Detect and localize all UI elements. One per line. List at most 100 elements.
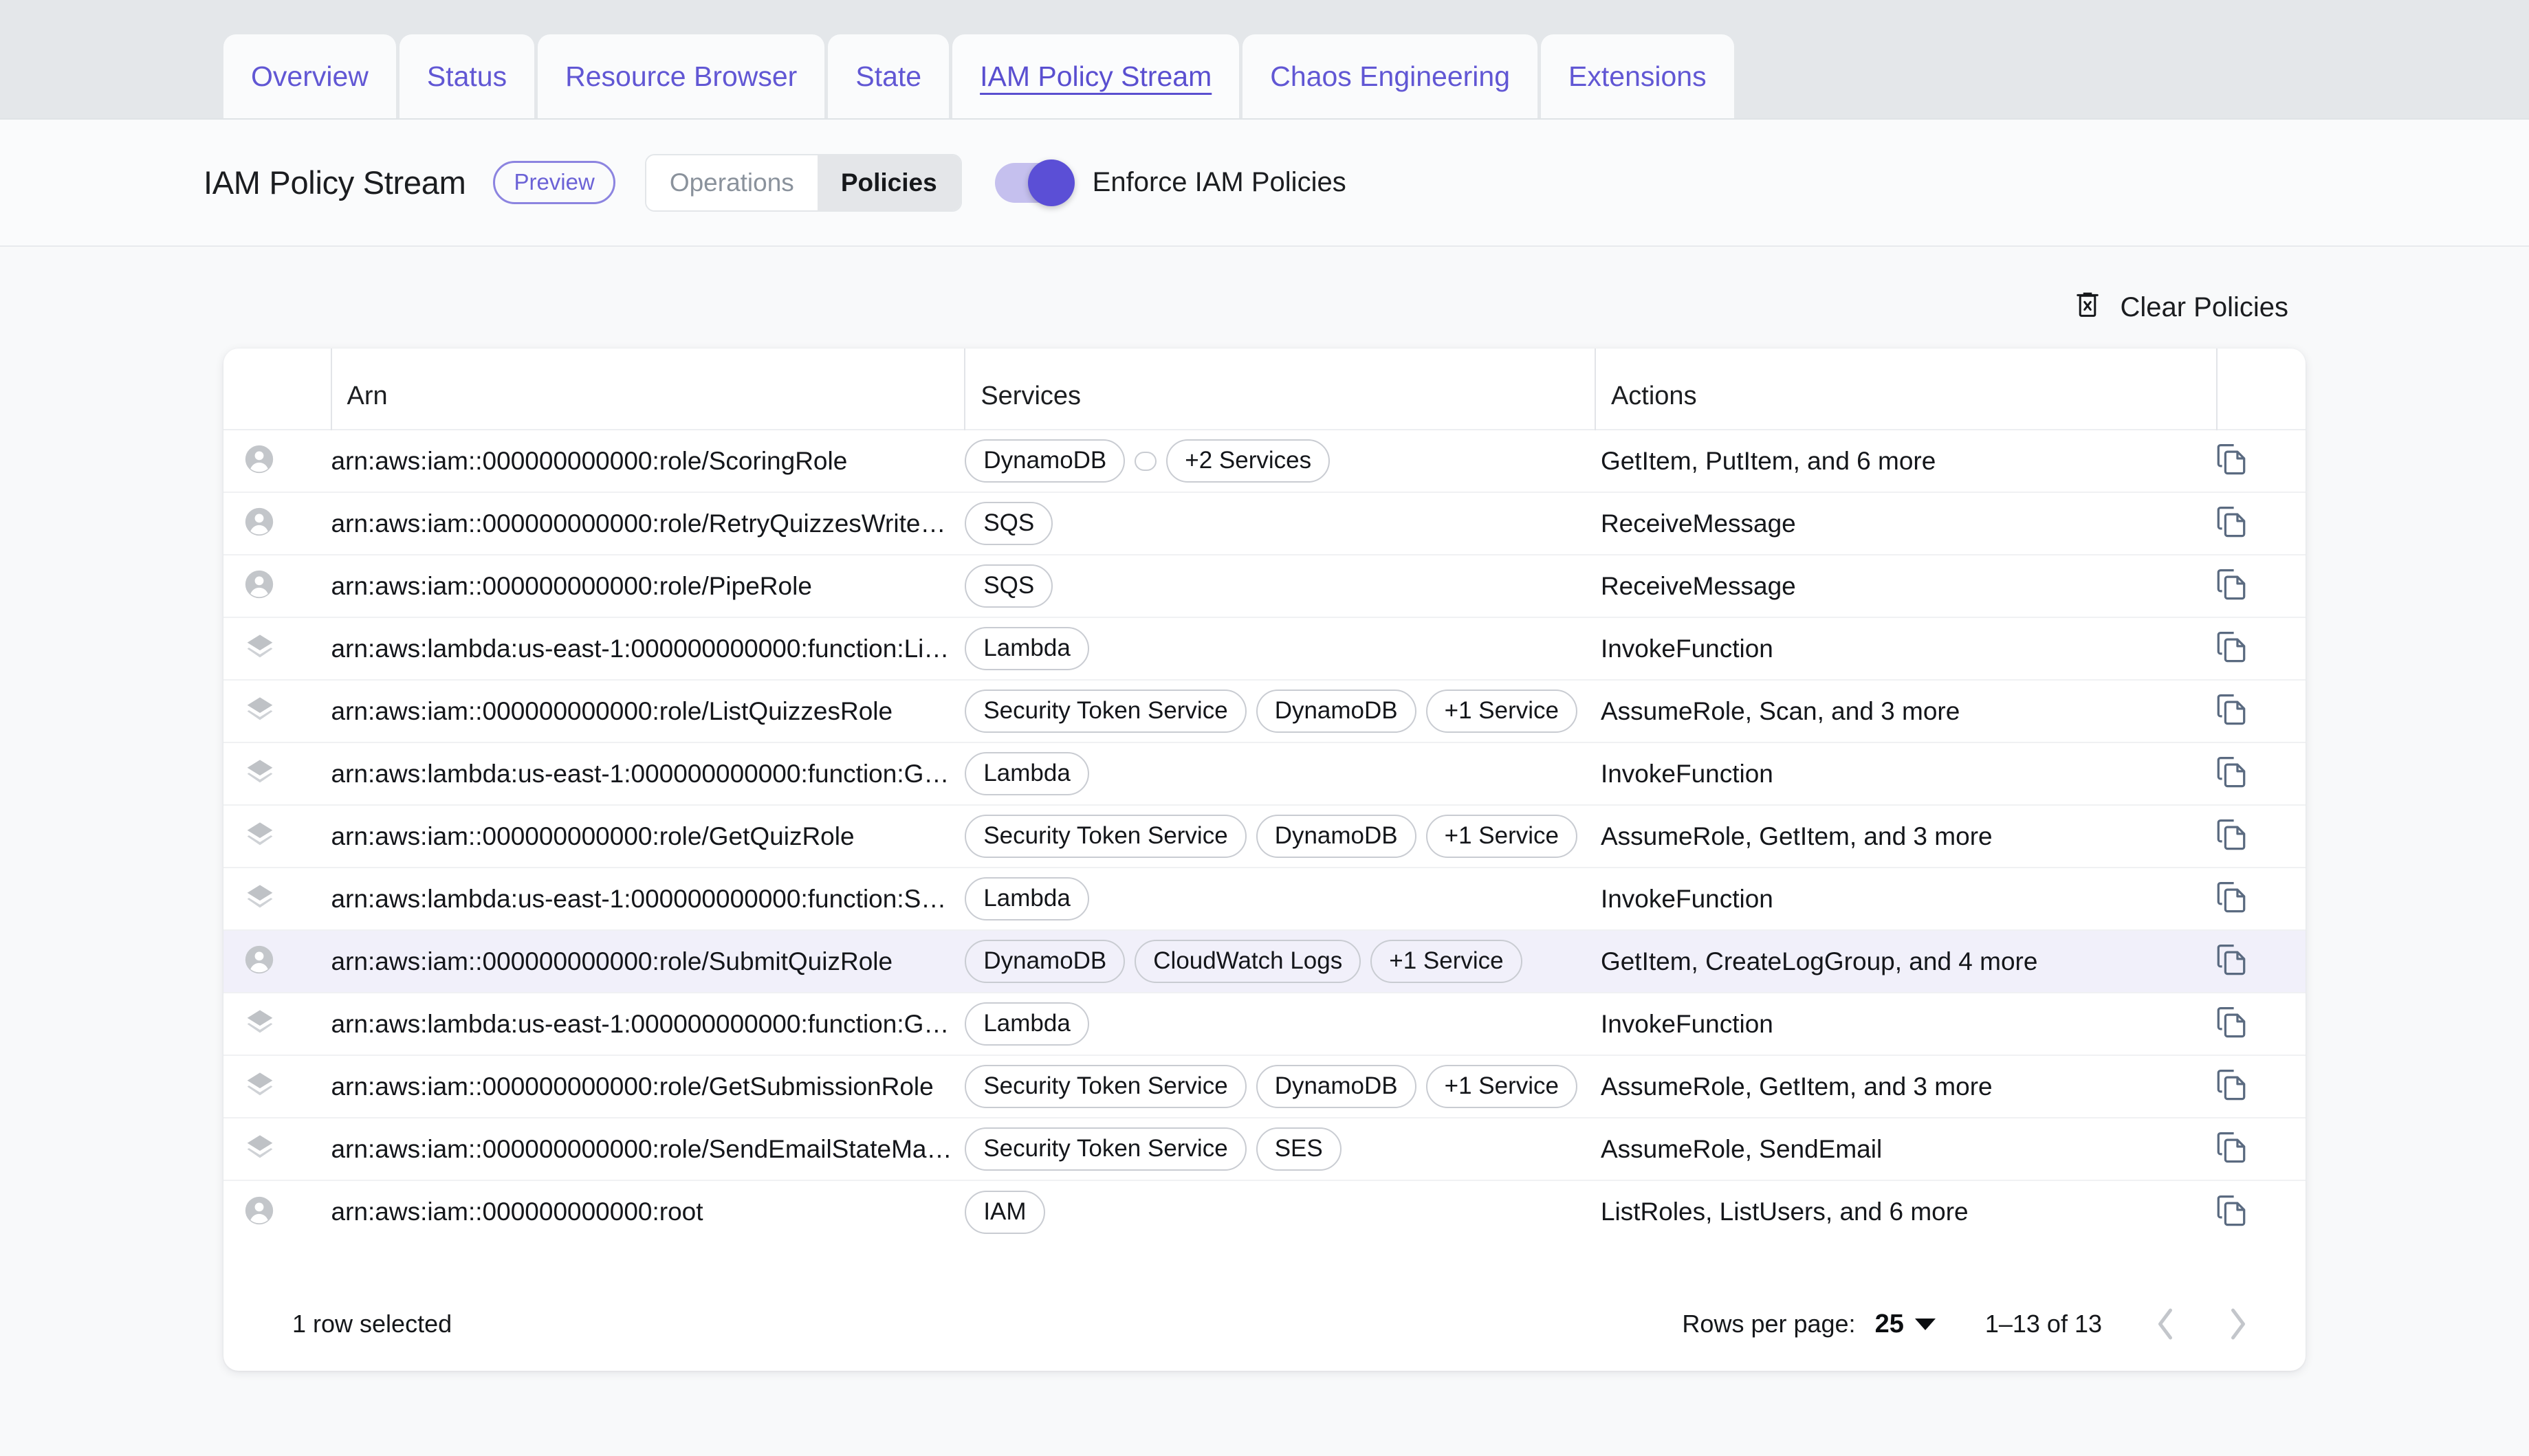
copy-icon-wrap[interactable] bbox=[2217, 1195, 2246, 1230]
col-header-services[interactable]: Services bbox=[965, 349, 1595, 430]
enforce-iam-policies-toggle[interactable]: Enforce IAM Policies bbox=[995, 163, 1346, 203]
cell-actions: InvokeFunction bbox=[1595, 617, 2217, 680]
tab-iam-policy-stream[interactable]: IAM Policy Stream bbox=[952, 34, 1239, 118]
service-chip[interactable]: DynamoDB bbox=[965, 439, 1125, 483]
copy-arn-button[interactable] bbox=[2217, 1118, 2306, 1180]
copy-icon[interactable] bbox=[2217, 881, 2246, 913]
copy-icon-wrap[interactable] bbox=[2217, 1132, 2246, 1167]
copy-icon[interactable] bbox=[2217, 1132, 2246, 1163]
tab-status[interactable]: Status bbox=[399, 34, 534, 118]
copy-icon[interactable] bbox=[2217, 756, 2246, 788]
service-chip[interactable]: Lambda bbox=[965, 627, 1088, 670]
service-chip[interactable]: +2 Services bbox=[1166, 439, 1330, 483]
next-page-button[interactable] bbox=[2220, 1307, 2256, 1341]
table-row[interactable]: arn:aws:iam::000000000000:role/SendEmail… bbox=[223, 1118, 2306, 1180]
previous-page-button[interactable] bbox=[2147, 1307, 2183, 1341]
copy-icon-wrap[interactable] bbox=[2217, 1006, 2246, 1041]
table-row[interactable]: arn:aws:iam::000000000000:role/RetryQuiz… bbox=[223, 492, 2306, 555]
service-chip[interactable]: Security Token Service bbox=[965, 1127, 1246, 1171]
copy-icon-wrap[interactable] bbox=[2217, 819, 2246, 854]
rows-per-page-select[interactable]: 25 bbox=[1875, 1310, 1936, 1339]
service-chip[interactable]: DynamoDB bbox=[1256, 690, 1416, 733]
copy-arn-button[interactable] bbox=[2217, 617, 2306, 680]
service-chip[interactable]: +1 Service bbox=[1370, 940, 1522, 983]
table-row[interactable]: arn:aws:lambda:us-east-1:000000000000:fu… bbox=[223, 617, 2306, 680]
copy-arn-button[interactable] bbox=[2217, 680, 2306, 742]
segment-operations[interactable]: Operations bbox=[646, 155, 818, 210]
table-row[interactable]: arn:aws:lambda:us-east-1:000000000000:fu… bbox=[223, 993, 2306, 1055]
col-header-actions[interactable]: Actions bbox=[1595, 349, 2217, 430]
copy-arn-button[interactable] bbox=[2217, 742, 2306, 805]
copy-arn-button[interactable] bbox=[2217, 993, 2306, 1055]
copy-icon[interactable] bbox=[2217, 819, 2246, 850]
toggle-track[interactable] bbox=[995, 163, 1072, 203]
service-chip[interactable]: Lambda bbox=[965, 877, 1088, 920]
service-chip[interactable]: DynamoDB bbox=[1256, 815, 1416, 858]
copy-icon[interactable] bbox=[2217, 569, 2246, 600]
copy-arn-button[interactable] bbox=[2217, 1055, 2306, 1118]
table-row[interactable]: arn:aws:lambda:us-east-1:000000000000:fu… bbox=[223, 742, 2306, 805]
copy-icon[interactable] bbox=[2217, 443, 2246, 475]
table-row[interactable]: arn:aws:iam::000000000000:role/GetQuizRo… bbox=[223, 805, 2306, 868]
cell-actions: GetItem, CreateLogGroup, and 4 more bbox=[1595, 930, 2217, 993]
tab-state[interactable]: State bbox=[828, 34, 949, 118]
table-row[interactable]: arn:aws:lambda:us-east-1:000000000000:fu… bbox=[223, 868, 2306, 930]
tab-resource-browser[interactable]: Resource Browser bbox=[538, 34, 824, 118]
copy-icon-wrap[interactable] bbox=[2217, 506, 2246, 541]
copy-icon[interactable] bbox=[2217, 506, 2246, 538]
table-row[interactable]: arn:aws:iam::000000000000:role/SubmitQui… bbox=[223, 930, 2306, 993]
table-row[interactable]: arn:aws:iam::000000000000:role/GetSubmis… bbox=[223, 1055, 2306, 1118]
copy-icon[interactable] bbox=[2217, 1069, 2246, 1101]
copy-icon-wrap[interactable] bbox=[2217, 569, 2246, 604]
service-chip[interactable]: Security Token Service bbox=[965, 1065, 1246, 1108]
clear-policies-button[interactable]: Clear Policies bbox=[2074, 289, 2306, 325]
service-chip-group: Security Token ServiceSES bbox=[965, 1127, 1595, 1171]
preview-badge[interactable]: Preview bbox=[493, 161, 615, 204]
service-chip[interactable]: Security Token Service bbox=[965, 815, 1246, 858]
table-row[interactable]: arn:aws:iam::000000000000:rootIAMListRol… bbox=[223, 1180, 2306, 1243]
table-row[interactable]: arn:aws:iam::000000000000:role/ListQuizz… bbox=[223, 680, 2306, 742]
segment-policies[interactable]: Policies bbox=[818, 155, 961, 210]
copy-icon[interactable] bbox=[2217, 944, 2246, 975]
service-chip[interactable]: +1 Service bbox=[1426, 690, 1577, 733]
copy-icon-wrap[interactable] bbox=[2217, 944, 2246, 979]
service-chip[interactable]: SQS bbox=[965, 502, 1053, 545]
service-chip-group: Security Token ServiceDynamoDB+1 Service bbox=[965, 690, 1595, 733]
table-row[interactable]: arn:aws:iam::000000000000:role/PipeRoleS… bbox=[223, 555, 2306, 617]
copy-icon[interactable] bbox=[2217, 631, 2246, 663]
copy-icon-wrap[interactable] bbox=[2217, 694, 2246, 729]
copy-arn-button[interactable] bbox=[2217, 430, 2306, 492]
table-row[interactable]: arn:aws:iam::000000000000:role/ScoringRo… bbox=[223, 430, 2306, 492]
copy-arn-button[interactable] bbox=[2217, 868, 2306, 930]
service-chip[interactable]: +1 Service bbox=[1426, 815, 1577, 858]
tab-extensions[interactable]: Extensions bbox=[1541, 34, 1734, 118]
service-chip[interactable]: Lambda bbox=[965, 752, 1088, 795]
copy-icon[interactable] bbox=[2217, 694, 2246, 725]
copy-arn-button[interactable] bbox=[2217, 930, 2306, 993]
copy-arn-button[interactable] bbox=[2217, 555, 2306, 617]
copy-arn-button[interactable] bbox=[2217, 805, 2306, 868]
service-chip[interactable]: CloudWatch Logs bbox=[1135, 940, 1361, 983]
copy-icon-wrap[interactable] bbox=[2217, 443, 2246, 478]
row-type-icon-cell bbox=[223, 1118, 331, 1180]
copy-icon-wrap[interactable] bbox=[2217, 756, 2246, 791]
service-chip[interactable]: Lambda bbox=[965, 1002, 1088, 1046]
copy-icon-wrap[interactable] bbox=[2217, 1069, 2246, 1104]
tab-chaos-engineering[interactable]: Chaos Engineering bbox=[1242, 34, 1537, 118]
copy-icon[interactable] bbox=[2217, 1006, 2246, 1038]
service-chip[interactable]: SES bbox=[1256, 1127, 1342, 1171]
copy-arn-button[interactable] bbox=[2217, 1180, 2306, 1243]
copy-icon-wrap[interactable] bbox=[2217, 631, 2246, 666]
copy-icon-wrap[interactable] bbox=[2217, 881, 2246, 916]
service-chip[interactable]: SQS bbox=[965, 564, 1053, 608]
service-chip[interactable]: +1 Service bbox=[1426, 1065, 1577, 1108]
service-chip[interactable]: DynamoDB bbox=[1256, 1065, 1416, 1108]
service-chip-empty[interactable] bbox=[1135, 452, 1157, 471]
copy-arn-button[interactable] bbox=[2217, 492, 2306, 555]
col-header-arn[interactable]: Arn bbox=[331, 349, 965, 430]
service-chip[interactable]: IAM bbox=[965, 1191, 1044, 1234]
service-chip[interactable]: DynamoDB bbox=[965, 940, 1125, 983]
service-chip[interactable]: Security Token Service bbox=[965, 690, 1246, 733]
tab-overview[interactable]: Overview bbox=[223, 34, 396, 118]
copy-icon[interactable] bbox=[2217, 1195, 2246, 1226]
